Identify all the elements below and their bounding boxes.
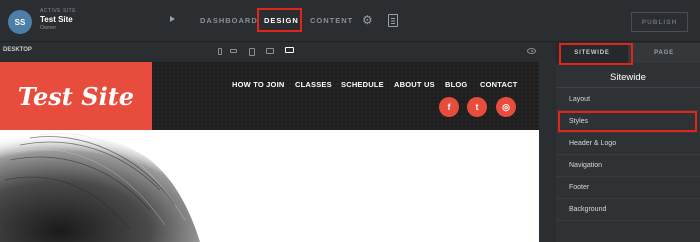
active-site-info[interactable]: ACTIVE SITE Test Site Owner — [40, 8, 76, 31]
phone-portrait-icon[interactable] — [218, 48, 222, 55]
desktop-icon[interactable] — [285, 47, 294, 53]
sidebar-item-footer[interactable]: Footer — [556, 177, 700, 199]
tab-page[interactable]: PAGE — [628, 43, 700, 63]
phone-landscape-icon[interactable] — [230, 49, 237, 53]
device-bar: DESKTOP — [0, 43, 555, 59]
site-nav-classes[interactable]: CLASSES — [295, 80, 332, 89]
gear-icon[interactable]: ⚙ — [362, 14, 374, 26]
site-nav-blog[interactable]: BLOG — [445, 80, 467, 89]
twitter-icon[interactable]: t — [467, 97, 487, 117]
design-sidebar: SITEWIDE PAGE Sitewide Layout Styles Hea… — [556, 43, 700, 242]
site-nav-about-us[interactable]: ABOUT US — [394, 80, 435, 89]
sidebar-divider — [556, 87, 700, 88]
facebook-icon[interactable]: f — [439, 97, 459, 117]
site-nav-contact[interactable]: CONTACT — [480, 80, 518, 89]
sitewide-highlight — [559, 43, 633, 65]
site-name: Test Site — [40, 15, 73, 24]
preview-scrollbar[interactable] — [539, 59, 555, 242]
tablet-portrait-icon[interactable] — [249, 48, 255, 56]
sidebar-title: Sitewide — [610, 72, 646, 83]
document-icon[interactable] — [388, 14, 398, 27]
preview-eye-icon[interactable] — [527, 48, 536, 54]
logo-text: Test Site — [17, 81, 135, 111]
nav-content[interactable]: CONTENT — [310, 16, 353, 25]
tablet-landscape-icon[interactable] — [266, 48, 274, 54]
design-highlight — [257, 8, 302, 32]
device-label: DESKTOP — [3, 47, 32, 53]
hero-hair-image — [0, 131, 200, 242]
nav-dashboard[interactable]: DASHBOARD — [200, 16, 258, 25]
site-avatar[interactable]: SS — [8, 10, 32, 34]
sidebar-item-layout[interactable]: Layout — [556, 89, 700, 111]
sidebar-item-background[interactable]: Background — [556, 199, 700, 221]
site-preview: Test Site HOW TO JOIN CLASSES SCHEDULE A… — [0, 62, 539, 242]
publish-button[interactable]: PUBLISH — [631, 12, 688, 32]
styles-highlight — [558, 111, 697, 132]
sidebar-item-navigation[interactable]: Navigation — [556, 155, 700, 177]
instagram-icon[interactable]: ◎ — [496, 97, 516, 117]
site-nav-how-to-join[interactable]: HOW TO JOIN — [232, 80, 284, 89]
site-nav-schedule[interactable]: SCHEDULE — [341, 80, 384, 89]
site-logo[interactable]: Test Site — [0, 62, 152, 130]
sidebar-item-header-logo[interactable]: Header & Logo — [556, 133, 700, 155]
site-role: Owner — [40, 25, 57, 31]
play-icon[interactable] — [170, 16, 175, 22]
site-header: Test Site HOW TO JOIN CLASSES SCHEDULE A… — [0, 62, 539, 130]
top-bar: SS ACTIVE SITE Test Site Owner DASHBOARD… — [0, 0, 700, 42]
active-site-label: ACTIVE SITE — [40, 8, 77, 14]
